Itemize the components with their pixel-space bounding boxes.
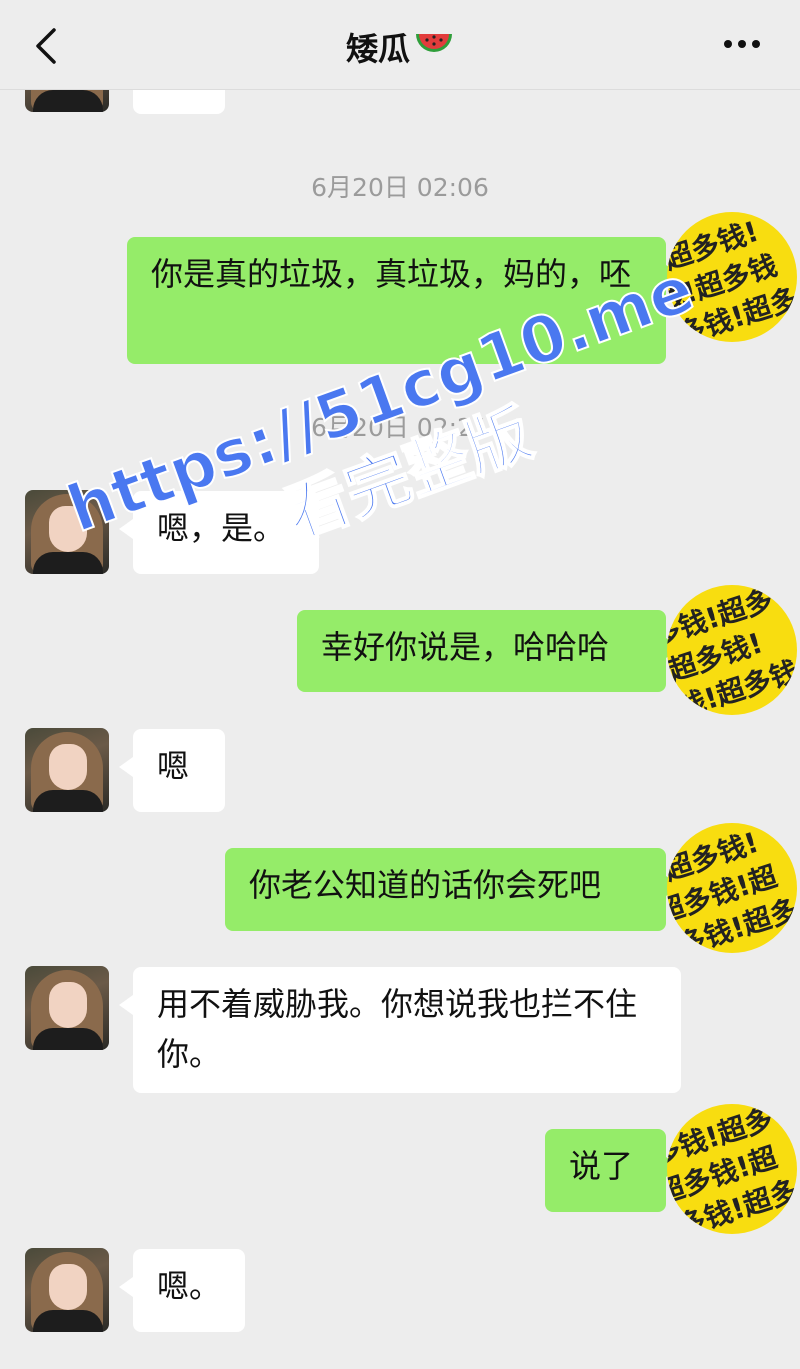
message-bubble-contact[interactable]: 嗯，是。 bbox=[119, 491, 319, 574]
message-bubble-self[interactable]: 你是真的垃圾，真垃圾，妈的，呸 bbox=[127, 237, 680, 364]
self-avatar[interactable]: !超多钱! 超多钱!超 多钱!超多 bbox=[667, 823, 797, 953]
self-avatar-pattern: 多钱!超多 超多钱!超 多钱!超多 bbox=[667, 1104, 797, 1234]
self-avatar[interactable]: 多钱!超多 !超多钱! 钱!超多钱 bbox=[667, 585, 797, 715]
self-avatar-pattern: !超多钱! 超多钱!超 多钱!超多 bbox=[667, 826, 797, 953]
more-dots-icon[interactable] bbox=[722, 38, 762, 50]
message-bubble-contact[interactable]: 用不着威胁我。你想说我也拦不住你。 bbox=[119, 967, 681, 1093]
chat-title-text: 矮瓜 bbox=[345, 30, 410, 68]
chat-title: 矮瓜 bbox=[0, 24, 800, 72]
message-bubble-self[interactable]: 你老公知道的话你会死吧 bbox=[225, 848, 680, 931]
message-timestamp: 6月20日 02:21 bbox=[311, 413, 489, 442]
chat-header: 矮瓜 bbox=[0, 0, 800, 90]
self-avatar[interactable]: !超多钱! 钱!超多钱 多钱!超多 bbox=[667, 212, 797, 342]
message-bubble-contact[interactable]: 嗯。 bbox=[119, 1249, 245, 1332]
contact-avatar[interactable] bbox=[25, 728, 109, 812]
contact-avatar[interactable] bbox=[25, 490, 109, 574]
contact-avatar[interactable] bbox=[25, 1248, 109, 1332]
message-bubble-self[interactable]: 幸好你说是，哈哈哈 bbox=[297, 610, 680, 692]
message-bubble-self[interactable]: 说了 bbox=[545, 1129, 680, 1212]
contact-avatar[interactable] bbox=[25, 966, 109, 1050]
self-avatar[interactable]: 多钱!超多 超多钱!超 多钱!超多 bbox=[667, 1104, 797, 1234]
message-timestamp: 6月20日 02:06 bbox=[311, 173, 489, 202]
self-avatar-pattern: !超多钱! 钱!超多钱 多钱!超多 bbox=[667, 215, 797, 342]
self-avatar-pattern: 多钱!超多 !超多钱! 钱!超多钱 bbox=[667, 585, 797, 715]
message-bubble-contact[interactable]: 嗯 bbox=[119, 729, 225, 812]
watermelon-icon bbox=[414, 30, 454, 72]
